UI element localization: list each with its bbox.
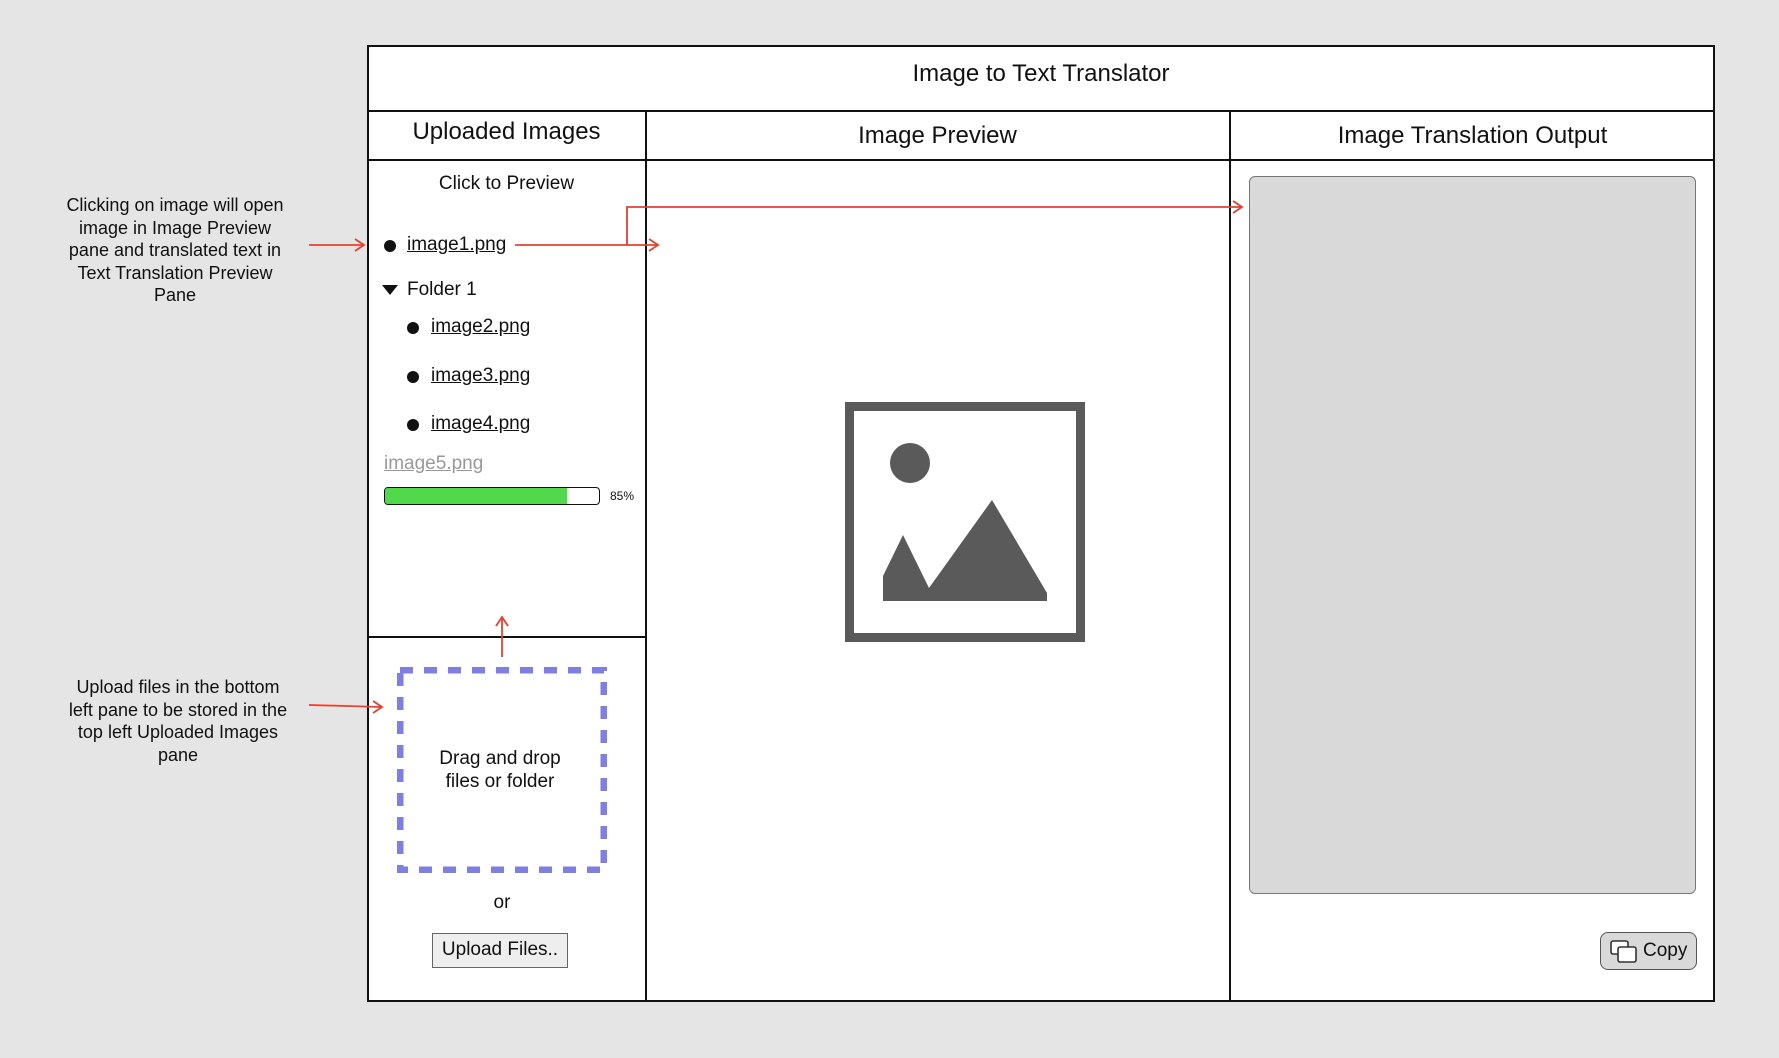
app-title: Image to Text Translator <box>912 60 1170 87</box>
annotation-line: image in Image Preview <box>78 217 272 238</box>
uploading-file-label: image5.png <box>384 453 484 474</box>
annotation-line: Clicking on image will open <box>66 195 284 215</box>
annotation-line: Upload files in the bottom <box>76 677 280 697</box>
file-link-image1[interactable]: image1.png <box>407 234 506 256</box>
file-link-image4[interactable]: image4.png <box>431 413 530 435</box>
preview-annotation: Clicking on image will open image in Ima… <box>50 194 300 307</box>
copy-icon <box>1610 940 1637 963</box>
copy-button[interactable]: Copy <box>1600 932 1697 970</box>
click-to-preview-hint: Click to Preview <box>438 173 575 194</box>
translation-output-area[interactable] <box>1249 176 1696 894</box>
upload-annotation: Upload files in the bottom left pane to … <box>48 676 308 766</box>
progress-percent: 85% <box>610 489 635 503</box>
upload-pane-divider <box>367 636 646 638</box>
annotation-line: top left Uploaded Images <box>77 722 279 742</box>
annotation-line: pane and translated text in <box>68 240 282 260</box>
translation-output-title: Image Translation Output <box>1337 122 1608 149</box>
title-divider <box>367 110 1715 112</box>
dropzone-text: Drag and drop files or folder <box>397 747 603 793</box>
image-preview-title: Image Preview <box>858 122 1017 149</box>
or-label: or <box>493 892 511 913</box>
dropzone-text-line1: Drag and drop <box>439 748 561 769</box>
annotation-line: Pane <box>153 285 197 305</box>
pane-header-divider <box>367 159 1715 161</box>
right-pane-divider <box>1229 110 1231 1002</box>
annotation-line: Text Translation Preview <box>77 262 273 283</box>
upload-files-button[interactable]: Upload Files.. <box>432 933 568 968</box>
file-link-image3[interactable]: image3.png <box>431 365 530 387</box>
dropzone-text-line2: files or folder <box>445 771 555 792</box>
bullet-icon <box>407 419 419 431</box>
left-pane-divider <box>645 110 647 1002</box>
bullet-icon <box>407 371 419 383</box>
progress-fill <box>385 488 567 504</box>
image-placeholder-icon <box>845 402 1085 642</box>
chevron-down-icon[interactable] <box>382 285 398 296</box>
upload-progress-bar <box>384 487 600 505</box>
bullet-icon <box>384 240 396 252</box>
file-link-image2[interactable]: image2.png <box>431 316 530 338</box>
uploaded-images-title: Uploaded Images <box>412 118 601 145</box>
annotation-line: pane <box>157 744 199 765</box>
copy-button-label: Copy <box>1643 940 1688 961</box>
annotation-line: left pane to be stored in the <box>68 699 288 720</box>
folder-label: Folder 1 <box>407 279 477 300</box>
arrow-head <box>354 238 366 252</box>
bullet-icon <box>407 322 419 334</box>
